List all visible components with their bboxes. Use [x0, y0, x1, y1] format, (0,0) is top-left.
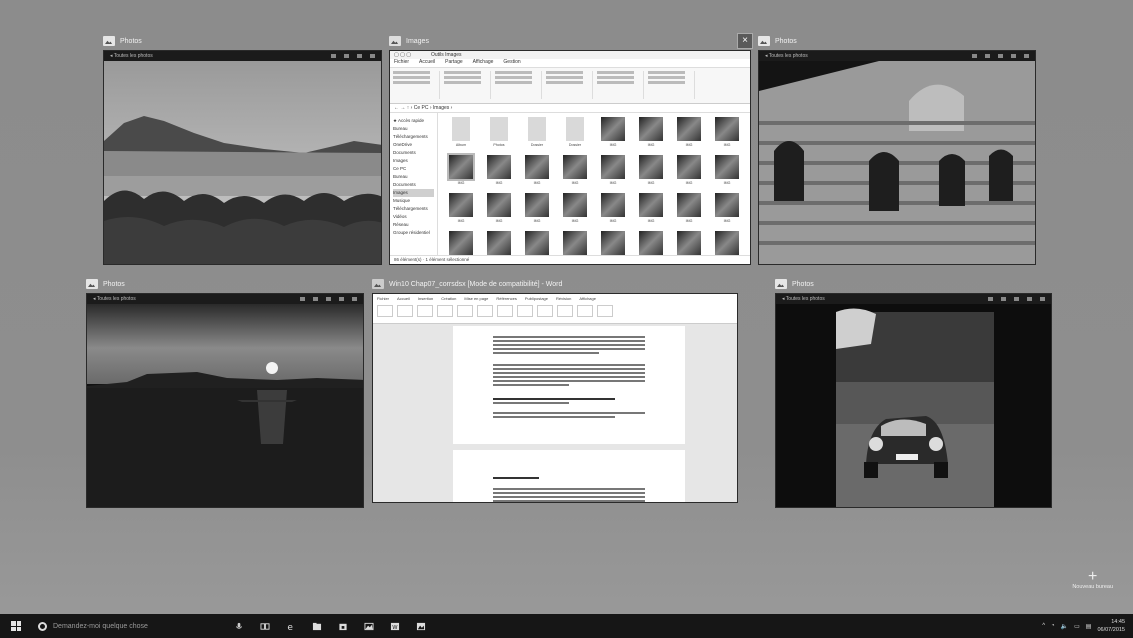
clock-date: 06/07/2015: [1097, 627, 1125, 633]
window-title: Photos: [775, 37, 797, 45]
taskbar-pinned-apps: e W: [234, 622, 426, 631]
images-icon[interactable]: [416, 622, 426, 631]
search-placeholder: Demandez-moi quelque chose: [53, 622, 148, 630]
car-photo: [776, 304, 1051, 507]
window-thumbnail[interactable]: Fichier Accueil Insertion Création Mise en p…: [372, 293, 738, 503]
task-view-window-explorer[interactable]: Images × ▢ ▢ ▢ Outils Images Fichier Accue…: [389, 33, 753, 265]
task-view-window-photos-3[interactable]: Photos ◂ Toutes les photos: [86, 279, 364, 508]
window-header: Photos: [86, 276, 125, 292]
photos-toolbar: ◂ Toutes les photos: [104, 51, 381, 61]
volume-icon[interactable]: 🔈: [1061, 623, 1068, 630]
task-view-window-word[interactable]: Win10 Chap07_corrsdsx [Mode de compatibi…: [372, 279, 738, 503]
folder-app-icon: [389, 36, 401, 46]
explorer-ribbon: [390, 68, 750, 104]
word-ribbon: Fichier Accueil Insertion Création Mise en p…: [373, 294, 737, 324]
explorer-tabs: Fichier Accueil Partage Affichage Gestion: [390, 59, 750, 68]
system-tray: ^ ◔ 🔈 ▭ ▤ 14:45 06/07/2015: [1042, 614, 1125, 638]
cortana-icon: [38, 621, 47, 631]
sunset-photo: [87, 304, 363, 507]
photos-app-icon: [775, 279, 787, 289]
edge-icon[interactable]: e: [286, 622, 296, 631]
microphone-icon[interactable]: [234, 622, 244, 631]
svg-text:W: W: [392, 624, 398, 630]
window-title: Photos: [103, 280, 125, 288]
task-view-icon[interactable]: [260, 622, 270, 631]
window-title: Win10 Chap07_corrsdsx [Mode de compatibi…: [389, 280, 563, 288]
window-header: Photos: [758, 33, 797, 49]
window-title: Photos: [120, 37, 142, 45]
clock[interactable]: 14:45 06/07/2015: [1097, 618, 1125, 634]
cortana-search-box[interactable]: Demandez-moi quelque chose: [32, 614, 218, 638]
word-icon[interactable]: W: [390, 622, 400, 631]
word-page-2: [453, 450, 685, 502]
word-app-icon: [372, 279, 384, 289]
window-thumbnail[interactable]: ◂ Toutes les photos: [86, 293, 364, 508]
window-thumbnail[interactable]: ◂ Toutes les photos: [775, 293, 1052, 508]
explorer-address-bar: ← → ↑ › Ce PC › Images ›: [390, 104, 750, 113]
window-header: Photos: [103, 33, 142, 49]
window-header: Images: [389, 33, 429, 49]
photos-toolbar: ◂ Toutes les photos: [87, 294, 363, 304]
svg-text:e: e: [287, 623, 293, 631]
close-window-button[interactable]: ×: [737, 33, 753, 49]
window-title: Photos: [792, 280, 814, 288]
new-desktop-button[interactable]: + Nouveau bureau: [1072, 568, 1113, 591]
photos-toolbar: ◂ Toutes les photos: [776, 294, 1051, 304]
task-view-window-photos-1[interactable]: Photos ◂ Toutes les photos: [103, 36, 382, 265]
church-photo: [759, 61, 1035, 264]
task-view-window-photos-2[interactable]: Photos ◂ Toutes les photos: [758, 36, 1036, 265]
landscape-photo: [104, 61, 381, 264]
photos-app-icon: [103, 36, 115, 46]
new-desktop-label: Nouveau bureau: [1072, 584, 1113, 590]
store-icon[interactable]: [338, 622, 348, 631]
file-explorer-icon[interactable]: [312, 622, 322, 631]
explorer-nav-pane: ★ Accès rapide Bureau Téléchargements OneDr…: [390, 113, 438, 256]
window-header: Photos: [775, 276, 814, 292]
photos-toolbar: ◂ Toutes les photos: [759, 51, 1035, 61]
window-title: Images: [406, 37, 429, 45]
explorer-status-bar: 86 élément(s) · 1 élément sélectionné: [390, 255, 750, 264]
explorer-titlebar: ▢ ▢ ▢ Outils Images: [390, 51, 750, 59]
word-page-1: [453, 326, 685, 444]
windows-logo-icon: [11, 621, 21, 631]
start-button[interactable]: [0, 614, 32, 638]
keyboard-language-icon[interactable]: ▭: [1074, 623, 1080, 630]
explorer-main: ★ Accès rapide Bureau Téléchargements OneDr…: [390, 113, 750, 261]
photos-app-icon: [86, 279, 98, 289]
window-header: Win10 Chap07_corrsdsx [Mode de compatibi…: [372, 276, 562, 292]
chevron-up-icon[interactable]: ^: [1042, 623, 1045, 629]
network-icon[interactable]: ◔: [1051, 623, 1055, 629]
plus-icon: +: [1087, 568, 1098, 585]
window-thumbnail[interactable]: ▢ ▢ ▢ Outils Images Fichier Accueil Partage…: [389, 50, 751, 265]
notification-icon[interactable]: ▤: [1086, 623, 1092, 630]
explorer-file-grid: Album Photos Dossier Dossier IMG IMG IMG…: [438, 113, 750, 261]
window-thumbnail[interactable]: ◂ Toutes les photos: [103, 50, 382, 265]
window-thumbnail[interactable]: ◂ Toutes les photos: [758, 50, 1036, 265]
clock-time: 14:45: [1111, 619, 1125, 625]
taskbar: Demandez-moi quelque chose e W ^ ◔ 🔈 ▭ ▤…: [0, 614, 1133, 638]
photos-app-icon: [758, 36, 770, 46]
task-view-window-photos-4[interactable]: Photos ◂ Toutes les photos: [775, 279, 1052, 508]
photos-icon[interactable]: [364, 622, 374, 631]
